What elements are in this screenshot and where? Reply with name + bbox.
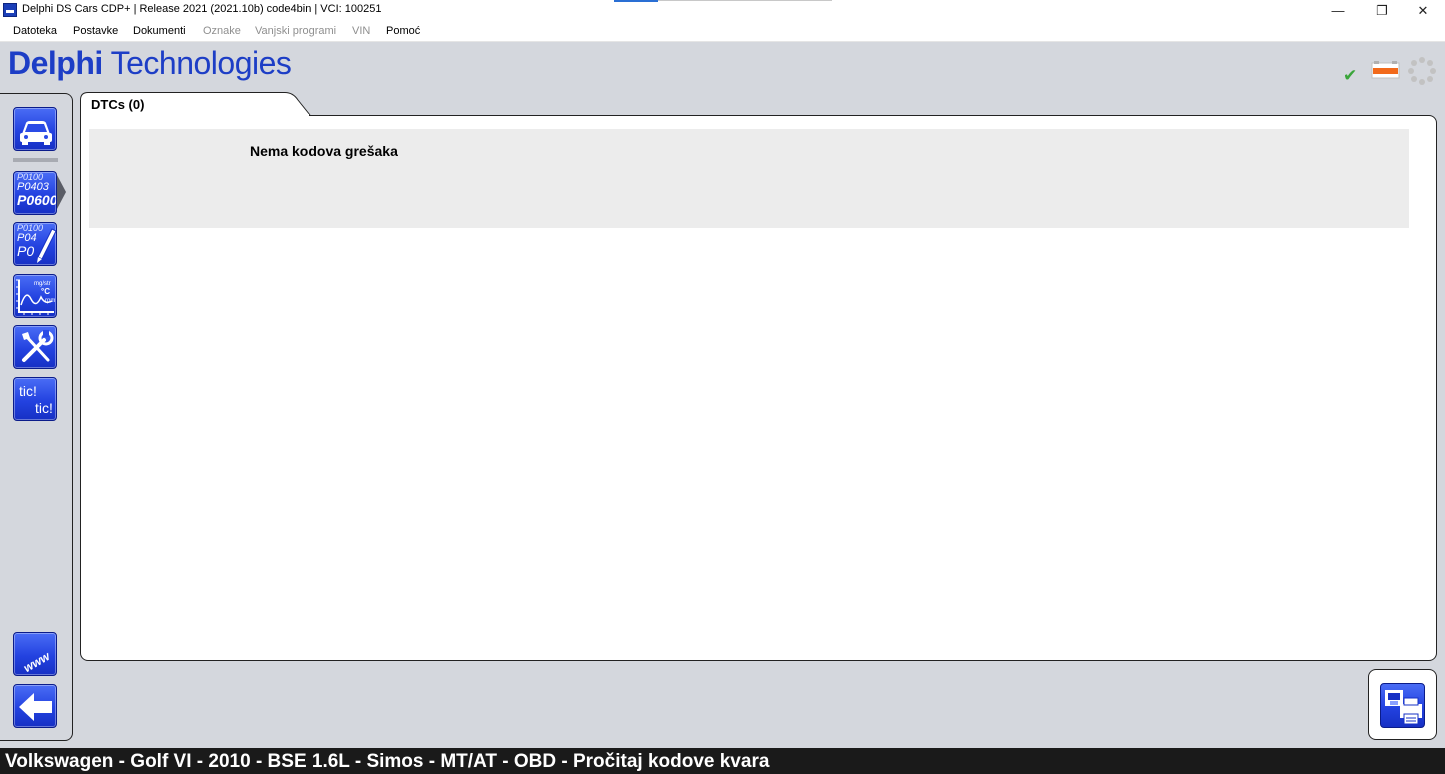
battery-icon xyxy=(1371,61,1400,79)
read-dtc-button[interactable]: P0100 P0403 P0600 xyxy=(13,171,57,215)
title-bar: Delphi DS Cars CDP+ | Release 2021 (2021… xyxy=(0,0,1445,21)
window-title: Delphi DS Cars CDP+ | Release 2021 (2021… xyxy=(22,3,382,15)
print-save-button[interactable] xyxy=(1380,683,1425,728)
www-text: www xyxy=(21,649,53,675)
menu-vin[interactable]: VIN xyxy=(352,25,370,37)
selected-indicator-icon xyxy=(57,175,66,209)
tic-text-2: tic! xyxy=(35,400,53,416)
restore-button[interactable]: ❐ xyxy=(1360,0,1404,21)
car-icon xyxy=(20,121,52,145)
tools-icon xyxy=(22,330,54,362)
menu-vanjski-programi[interactable]: Vanjski programi xyxy=(255,25,336,37)
graph-icon: mg/str °C rpm xyxy=(16,279,55,315)
graph-label-2: °C xyxy=(41,287,50,296)
service-button[interactable] xyxy=(13,325,57,369)
back-arrow-icon xyxy=(19,693,52,721)
dtc-codes-icon: P0100 P0403 P0600 xyxy=(17,172,57,208)
no-codes-message: Nema kodova grešaka xyxy=(250,143,398,159)
live-data-button[interactable]: mg/str °C rpm xyxy=(13,274,57,318)
tic-tic-button[interactable]: tic! tic! xyxy=(13,377,57,421)
checkmark-icon: ✔ xyxy=(1343,66,1358,85)
www-button[interactable]: www xyxy=(13,632,57,676)
back-button[interactable] xyxy=(13,684,57,728)
delphi-logo: Delphi Technologies xyxy=(8,45,292,85)
close-button[interactable]: ✕ xyxy=(1401,0,1445,21)
dtc-line-1: P0100 xyxy=(17,172,44,182)
eraser-pen-icon xyxy=(37,228,56,263)
spinner-icon xyxy=(1408,57,1436,85)
title-accent xyxy=(614,0,658,2)
print-save-icon xyxy=(1385,690,1422,725)
vehicle-info-text: Volkswagen - Golf VI - 2010 - BSE 1.6L -… xyxy=(5,751,770,772)
menu-oznake[interactable]: Oznake xyxy=(203,25,241,37)
menu-datoteka[interactable]: Datoteka xyxy=(13,25,57,37)
clear-dtc-button[interactable]: P0100 P04 P0 xyxy=(13,222,57,266)
menu-postavke[interactable]: Postavke xyxy=(73,25,118,37)
tab-label-dtcs[interactable]: DTCs (0) xyxy=(91,97,144,112)
tic-text-1: tic! xyxy=(19,383,37,399)
dtc-line-3: P0600 xyxy=(17,192,57,208)
minimize-button[interactable]: — xyxy=(1316,0,1360,21)
app-icon xyxy=(3,3,17,17)
graph-label-3: rpm xyxy=(45,298,55,304)
menu-dokumenti[interactable]: Dokumenti xyxy=(133,25,186,37)
www-icon: www xyxy=(21,649,53,675)
menu-pomoc[interactable]: Pomoć xyxy=(386,25,420,37)
vehicle-select-button[interactable] xyxy=(13,107,57,151)
logo-bold-text: Delphi xyxy=(8,45,103,81)
menu-bar: Datoteka Postavke Dokumenti Oznake Vanjs… xyxy=(0,21,1445,42)
toolbar-separator xyxy=(13,158,58,162)
title-accent-line xyxy=(658,0,832,1)
logo-text: Technologies xyxy=(102,45,292,81)
